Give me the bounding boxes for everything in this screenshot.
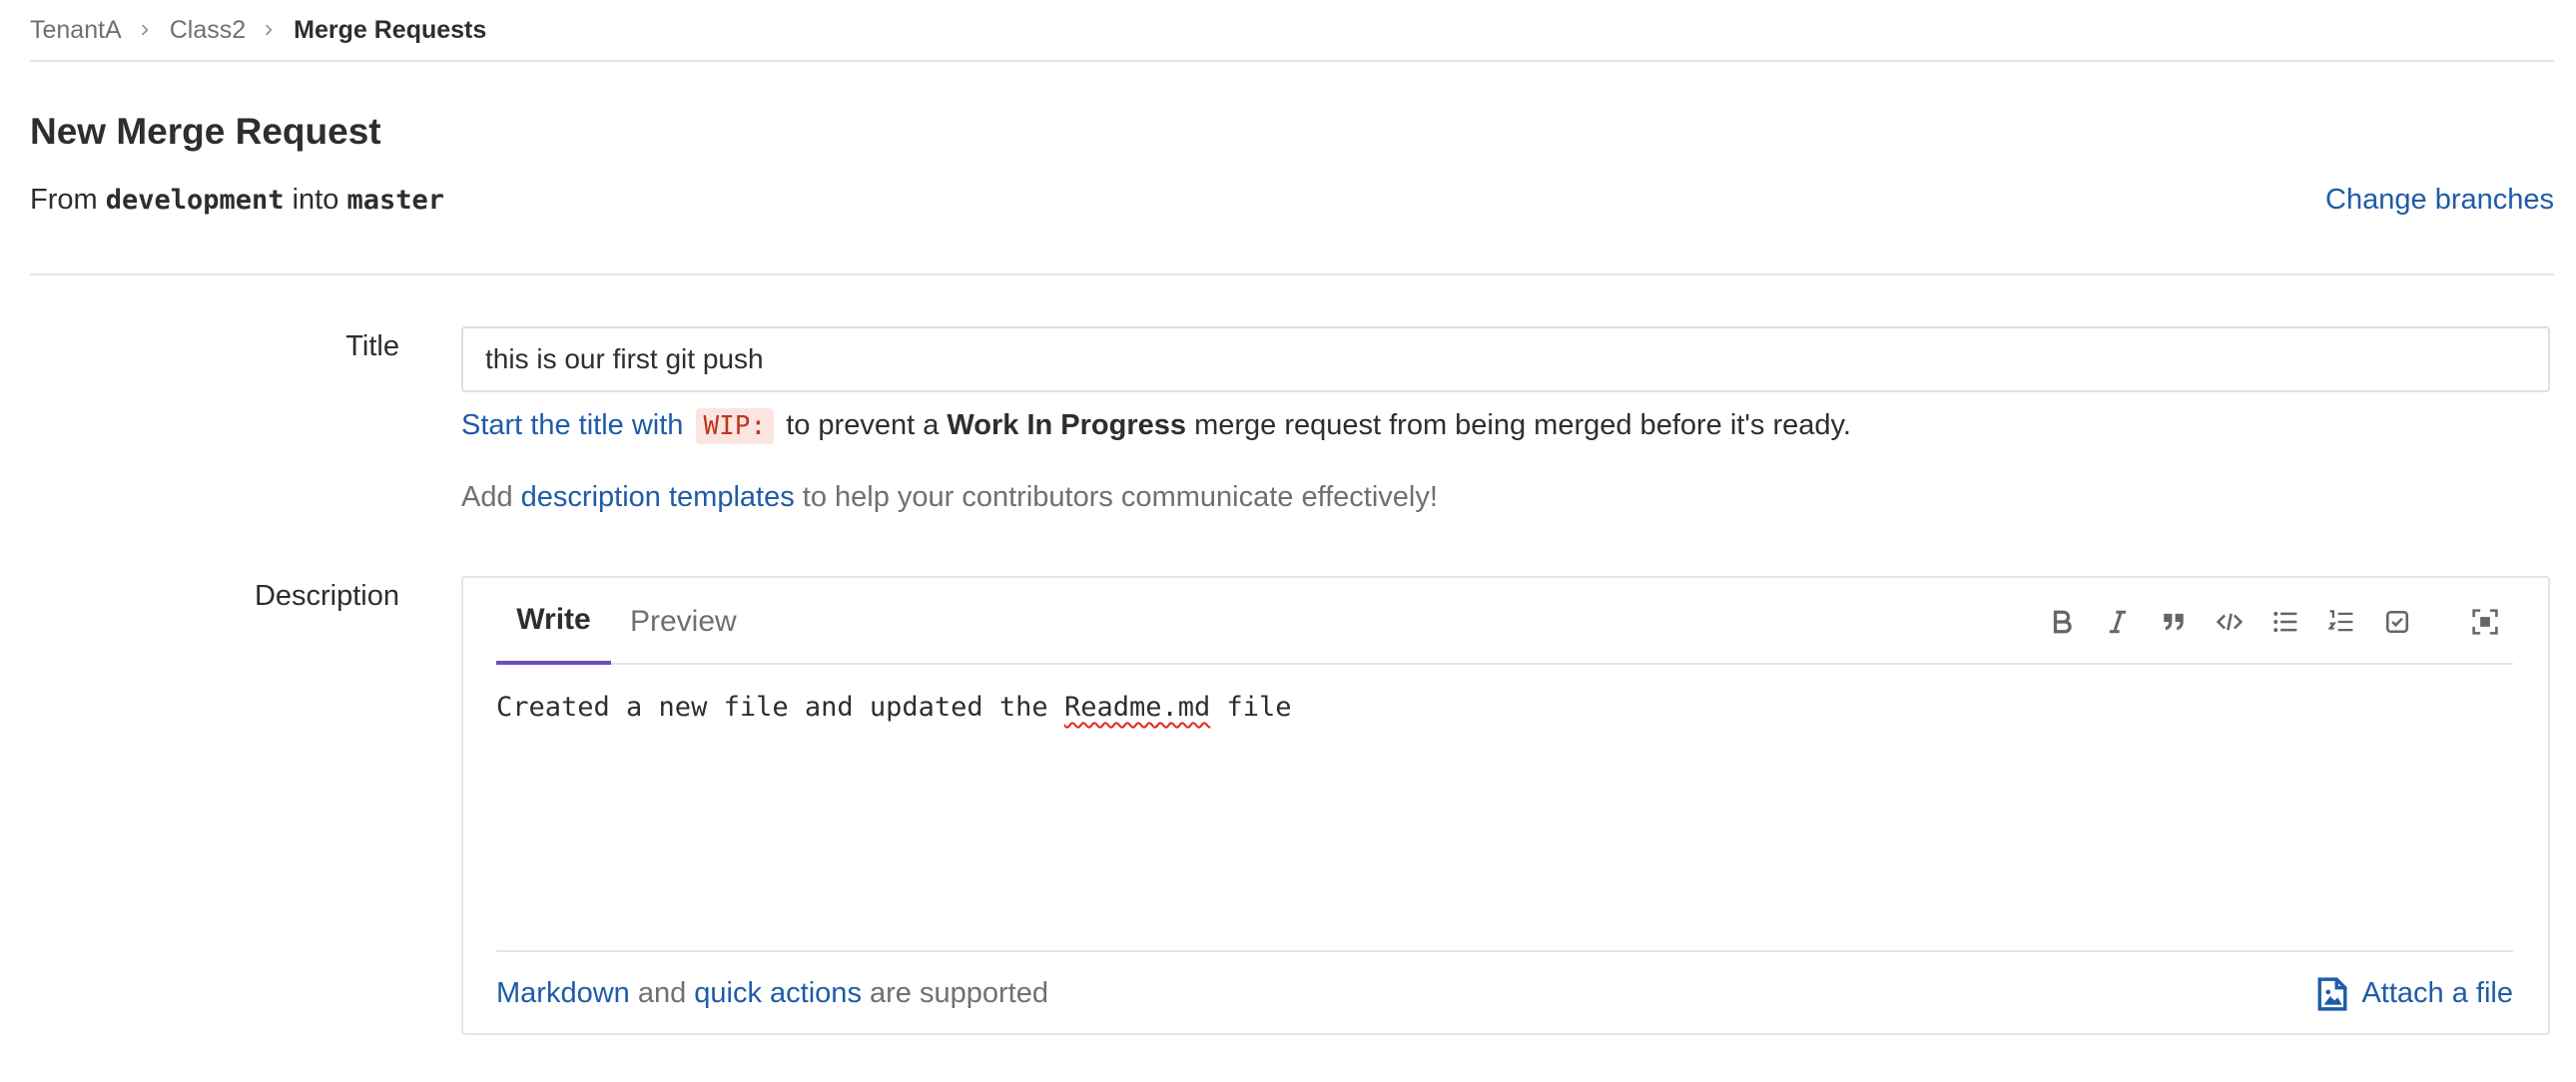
task-list-icon[interactable] — [2369, 594, 2425, 650]
title-input-value: this is our first git push — [485, 343, 764, 374]
description-text-after: file — [1210, 692, 1292, 723]
header-divider — [30, 273, 2554, 275]
description-text-misspelled: Readme.md — [1063, 692, 1211, 723]
attach-file-label: Attach a file — [2361, 977, 2513, 1009]
footer-and: and — [637, 977, 687, 1009]
markdown-support-text: Markdown and quick actions are supported — [496, 977, 1048, 1010]
file-image-icon — [2318, 976, 2347, 1011]
into-text: into — [292, 184, 339, 216]
breadcrumb-divider — [30, 60, 2554, 62]
wip-hint-pre: to prevent a — [786, 409, 940, 441]
description-editor: Write Preview Created a new file and upd… — [461, 576, 2550, 1035]
fullscreen-icon[interactable] — [2457, 594, 2513, 650]
wip-hint-link[interactable]: Start the title with — [461, 409, 683, 441]
chevron-right-icon — [262, 23, 276, 37]
quote-icon[interactable] — [2146, 594, 2202, 650]
chevron-right-icon — [138, 23, 152, 37]
wip-hint: Start the title with WIP: to prevent a W… — [461, 403, 1851, 448]
title-input[interactable]: this is our first git push — [461, 326, 2550, 392]
page-title: New Merge Request — [30, 111, 381, 152]
editor-footer: Markdown and quick actions are supported… — [496, 950, 2513, 1035]
editor-tabs: Write Preview — [496, 578, 2513, 665]
templates-hint: Add description templates to help your c… — [461, 475, 1438, 519]
wip-hint-bold: Work In Progress — [947, 409, 1186, 441]
description-textarea[interactable]: Created a new file and updated the Readm… — [496, 688, 2513, 917]
breadcrumb: TenantA Class2 Merge Requests — [30, 0, 2554, 60]
breadcrumb-class[interactable]: Class2 — [170, 16, 246, 45]
target-branch: master — [346, 185, 444, 216]
bold-icon[interactable] — [2034, 594, 2090, 650]
breadcrumb-tenant[interactable]: TenantA — [30, 16, 122, 45]
wip-code: WIP: — [695, 408, 775, 444]
footer-supported: are supported — [870, 977, 1048, 1009]
merge-request-page: TenantA Class2 Merge Requests New Merge … — [30, 0, 2554, 1035]
italic-icon[interactable] — [2090, 594, 2146, 650]
bullet-list-icon[interactable] — [2257, 594, 2313, 650]
quick-actions-link[interactable]: quick actions — [694, 977, 862, 1009]
tab-preview[interactable]: Preview — [630, 578, 737, 665]
markdown-toolbar — [2034, 578, 2513, 665]
numbered-list-icon[interactable] — [2313, 594, 2369, 650]
code-icon[interactable] — [2202, 594, 2257, 650]
description-text-before: Created a new file and updated the — [496, 692, 1064, 723]
branch-info: From development into master — [30, 180, 444, 221]
description-templates-link[interactable]: description templates — [521, 481, 795, 513]
markdown-link[interactable]: Markdown — [496, 977, 630, 1009]
description-label: Description — [254, 580, 399, 612]
source-branch: development — [105, 185, 285, 216]
title-label: Title — [345, 330, 399, 362]
change-branches-link[interactable]: Change branches — [2325, 180, 2554, 220]
from-text: From — [30, 184, 98, 216]
attach-file-button[interactable]: Attach a file — [2317, 976, 2513, 1011]
tab-write[interactable]: Write — [496, 578, 611, 665]
breadcrumb-merge-requests[interactable]: Merge Requests — [294, 16, 486, 45]
templates-hint-pre: Add — [461, 481, 513, 513]
templates-hint-post: to help your contributors communicate ef… — [802, 481, 1438, 513]
wip-hint-post: merge request from being merged before i… — [1194, 409, 1851, 441]
